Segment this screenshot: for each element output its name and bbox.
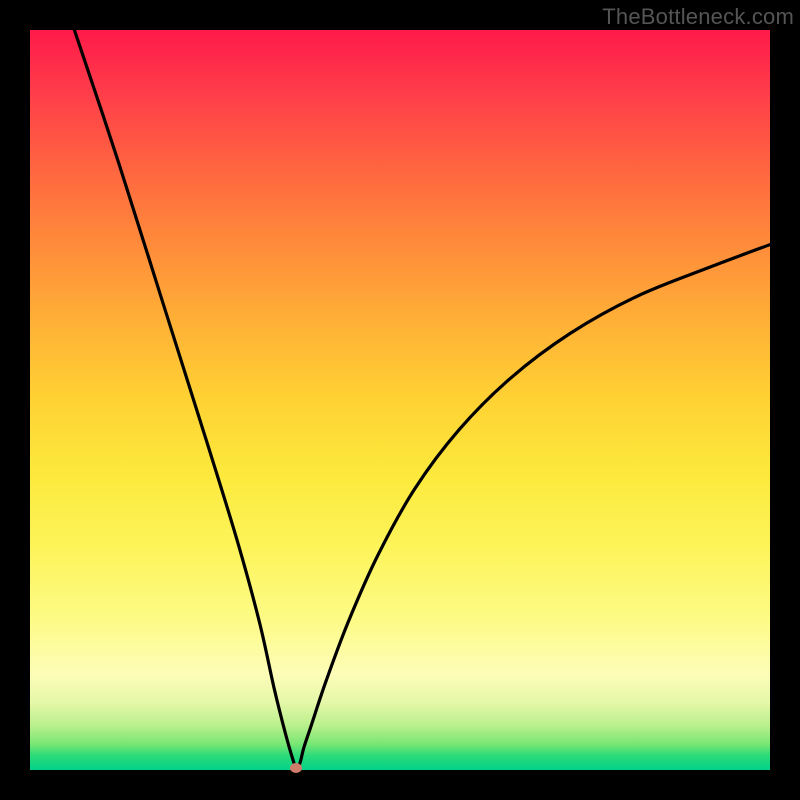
curve-svg: [30, 30, 770, 770]
chart-frame: TheBottleneck.com: [0, 0, 800, 800]
plot-area: [30, 30, 770, 770]
watermark-text: TheBottleneck.com: [602, 4, 794, 30]
optimum-marker: [290, 763, 302, 773]
bottleneck-curve: [74, 30, 770, 769]
